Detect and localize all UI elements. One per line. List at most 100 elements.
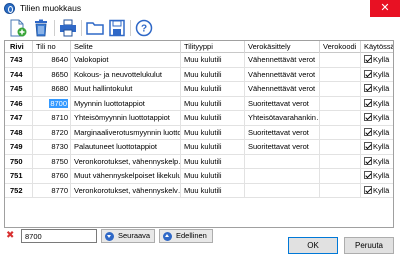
help-icon[interactable]: ? (134, 19, 154, 37)
column-header-verokoodi[interactable]: Verokoodi (320, 41, 361, 53)
row-number-cell[interactable]: 745 (5, 82, 33, 96)
account-description-cell[interactable]: Palautuneet luottotappiot (71, 140, 181, 154)
tax-treatment-cell[interactable]: Vähennettävät verot (245, 53, 320, 67)
table-row[interactable]: 751 8760 Muut vähennyskelpoiset likekulut M… (5, 169, 393, 184)
tax-code-cell[interactable] (320, 111, 361, 125)
in-use-cell[interactable]: Kyllä (361, 140, 393, 154)
account-type-cell[interactable]: Muu kulutili (181, 111, 245, 125)
column-header-selite[interactable]: Selite (71, 41, 181, 53)
account-type-cell[interactable]: Muu kulutili (181, 169, 245, 183)
close-button[interactable]: ✕ (370, 0, 400, 17)
tax-treatment-cell[interactable]: Suoritettavat verot (245, 96, 320, 111)
tax-code-cell[interactable] (320, 53, 361, 67)
tax-code-cell[interactable] (320, 96, 361, 111)
in-use-checkbox[interactable] (364, 142, 372, 150)
table-row[interactable]: 746 8700 Myynnin luottotappiot Muu kulutili… (5, 96, 393, 111)
account-description-cell[interactable]: Kokous- ja neuvottelukulut (71, 67, 181, 82)
account-type-cell[interactable]: Muu kulutili (181, 53, 245, 67)
in-use-checkbox[interactable] (364, 69, 372, 78)
account-description-cell[interactable]: Muut hallintokulut (71, 82, 181, 96)
table-row[interactable]: 752 8770 Veronkorotukset, vähennyskelv… Muu… (5, 183, 393, 198)
in-use-checkbox[interactable] (364, 113, 372, 121)
account-number-cell[interactable]: 8770 (33, 183, 71, 198)
account-number-cell[interactable]: 8750 (33, 154, 71, 169)
column-header-tili[interactable]: Tili no (33, 41, 71, 53)
account-type-cell[interactable]: Muu kulutili (181, 67, 245, 82)
tax-treatment-cell[interactable]: Yhteisötavarahankin… (245, 111, 320, 125)
account-description-cell[interactable]: Marginaaliverotusmyynnin luotto… (71, 125, 181, 140)
open-folder-icon[interactable] (85, 19, 105, 37)
account-number-cell[interactable]: 8720 (33, 125, 71, 140)
table-row[interactable]: 750 8750 Veronkorotukset, vähennyskelp… Muu… (5, 154, 393, 169)
column-header-tilityyppi[interactable]: Tilityyppi (181, 41, 245, 53)
delete-record-icon[interactable] (31, 19, 51, 37)
account-number-cell[interactable]: 8650 (33, 67, 71, 82)
in-use-checkbox[interactable] (364, 84, 372, 92)
in-use-checkbox[interactable] (364, 98, 372, 107)
in-use-cell[interactable]: Kyllä (361, 53, 393, 67)
account-number-cell[interactable]: 8700 (33, 96, 71, 111)
account-type-cell[interactable]: Muu kulutili (181, 96, 245, 111)
row-number-cell[interactable]: 752 (5, 183, 33, 198)
add-record-icon[interactable] (8, 19, 28, 37)
tax-treatment-cell[interactable]: Suoritettavat verot (245, 125, 320, 140)
print-icon[interactable] (58, 19, 78, 37)
save-icon[interactable] (107, 19, 127, 37)
account-description-cell[interactable]: Yhteisömyynnin luottotappiot (71, 111, 181, 125)
tax-treatment-cell[interactable] (245, 183, 320, 198)
account-description-cell[interactable]: Valokopiot (71, 53, 181, 67)
table-row[interactable]: 745 8680 Muut hallintokulut Muu kulutili Väh… (5, 82, 393, 97)
in-use-checkbox[interactable] (364, 156, 372, 165)
account-type-cell[interactable]: Muu kulutili (181, 125, 245, 140)
in-use-cell[interactable]: Kyllä (361, 111, 393, 125)
tax-treatment-cell[interactable]: Vähennettävät verot (245, 82, 320, 96)
tax-code-cell[interactable] (320, 154, 361, 169)
in-use-checkbox[interactable] (364, 55, 372, 63)
in-use-cell[interactable]: Kyllä (361, 184, 393, 198)
row-number-cell[interactable]: 746 (5, 96, 33, 111)
row-number-cell[interactable]: 749 (5, 140, 33, 154)
row-number-cell[interactable]: 750 (5, 154, 33, 169)
tax-code-cell[interactable] (320, 140, 361, 154)
in-use-checkbox[interactable] (364, 127, 372, 136)
tax-code-cell[interactable] (320, 169, 361, 183)
in-use-cell[interactable]: Kyllä (361, 155, 393, 169)
column-header-kaytossa[interactable]: Käytössä (361, 41, 393, 53)
accounts-grid[interactable]: Rivi Tili no Selite Tilityyppi Verokäsit… (4, 40, 394, 228)
account-description-cell[interactable]: Myynnin luottotappiot (71, 96, 181, 111)
account-type-cell[interactable]: Muu kulutili (181, 140, 245, 154)
in-use-cell[interactable]: Kyllä (361, 68, 393, 82)
table-row[interactable]: 749 8730 Palautuneet luottotappiot Muu kulu… (5, 140, 393, 155)
account-type-cell[interactable]: Muu kulutili (181, 183, 245, 198)
in-use-checkbox[interactable] (364, 185, 372, 194)
row-number-cell[interactable]: 744 (5, 67, 33, 82)
in-use-cell[interactable]: Kyllä (361, 126, 393, 140)
cancel-button[interactable]: Peruuta (344, 237, 394, 254)
account-description-cell[interactable]: Veronkorotukset, vähennyskelv… (71, 183, 181, 198)
account-number-cell[interactable]: 8710 (33, 111, 71, 125)
table-row[interactable]: 747 8710 Yhteisömyynnin luottotappiot Muu k… (5, 111, 393, 126)
row-number-cell[interactable]: 748 (5, 125, 33, 140)
in-use-cell[interactable]: Kyllä (361, 97, 393, 111)
tax-treatment-cell[interactable]: Suoritettavat verot (245, 140, 320, 154)
account-number-cell[interactable]: 8680 (33, 82, 71, 96)
account-number-cell[interactable]: 8730 (33, 140, 71, 154)
tax-treatment-cell[interactable] (245, 154, 320, 169)
column-header-verokasittely[interactable]: Verokäsittely (245, 41, 320, 53)
account-number-cell[interactable]: 8760 (33, 169, 71, 183)
in-use-cell[interactable]: Kyllä (361, 82, 393, 96)
tax-code-cell[interactable] (320, 125, 361, 140)
table-row[interactable]: 748 8720 Marginaaliverotusmyynnin luotto… M… (5, 125, 393, 140)
tax-treatment-cell[interactable] (245, 169, 320, 183)
table-row[interactable]: 744 8650 Kokous- ja neuvottelukulut Muu kul… (5, 67, 393, 82)
account-type-cell[interactable]: Muu kulutili (181, 82, 245, 96)
column-header-rivi[interactable]: Rivi (5, 41, 33, 53)
account-description-cell[interactable]: Veronkorotukset, vähennyskelp… (71, 154, 181, 169)
tax-code-cell[interactable] (320, 183, 361, 198)
table-row[interactable]: 743 8640 Valokopiot Muu kulutili Vähennettäv… (5, 53, 393, 68)
account-description-cell[interactable]: Muut vähennyskelpoiset likekulut (71, 169, 181, 183)
in-use-checkbox[interactable] (364, 171, 372, 179)
account-type-cell[interactable]: Muu kulutili (181, 154, 245, 169)
account-number-cell[interactable]: 8640 (33, 53, 71, 67)
in-use-cell[interactable]: Kyllä (361, 169, 393, 183)
